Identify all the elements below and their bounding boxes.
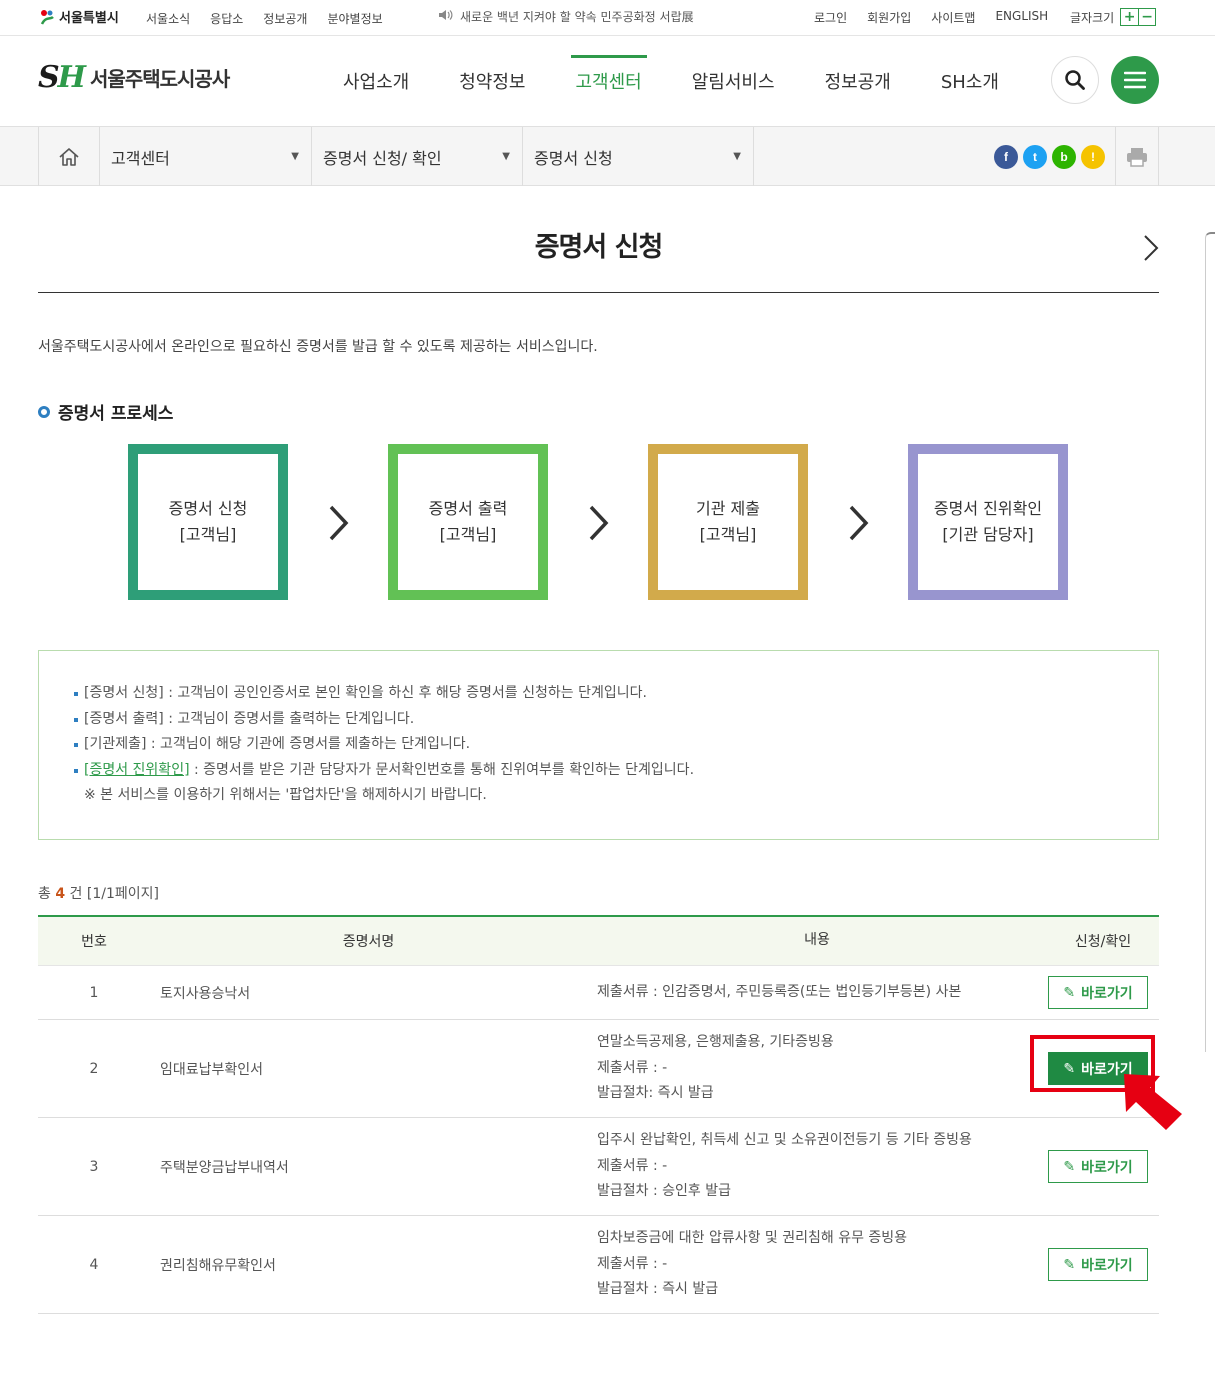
seoul-logo-text: 서울특별시 bbox=[59, 11, 119, 26]
go-button-3[interactable]: ✎ 바로가기 bbox=[1048, 1150, 1148, 1183]
sh-logo-mark: SH bbox=[38, 60, 86, 95]
info-box: [증명서 신청] : 고객님이 공인인증서로 본인 확인을 하신 후 해당 증명… bbox=[38, 650, 1159, 840]
caret-down-icon: ▼ bbox=[502, 151, 510, 162]
speaker-icon bbox=[438, 9, 454, 24]
nav-customer-center[interactable]: 고객센터 bbox=[551, 36, 667, 126]
caret-down-icon: ▼ bbox=[291, 151, 299, 162]
nav-business[interactable]: 사업소개 bbox=[318, 36, 434, 126]
breadcrumb-depth3[interactable]: 증명서 신청 ▼ bbox=[523, 127, 754, 186]
facebook-icon[interactable]: f bbox=[994, 145, 1018, 169]
total-count: 총 4 건 [1/1페이지] bbox=[38, 886, 159, 902]
search-button[interactable] bbox=[1051, 56, 1099, 104]
util-link-field-info[interactable]: 분야별정보 bbox=[327, 10, 382, 27]
pencil-icon: ✎ bbox=[1063, 1256, 1076, 1273]
table-row: 2 임대료납부확인서 연말소득공제용, 은행제출용, 기타증빙용 제출서류 : -… bbox=[38, 1020, 1159, 1118]
sh-logo[interactable]: SH 서울주택도시공사 bbox=[38, 60, 230, 95]
font-size-label: 글자크기 bbox=[1070, 10, 1115, 25]
pencil-icon: ✎ bbox=[1063, 1158, 1076, 1175]
section-title: 증명서 프로세스 bbox=[38, 399, 173, 424]
menu-button[interactable] bbox=[1111, 56, 1159, 104]
main-nav: 사업소개 청약정보 고객센터 알림서비스 정보공개 SH소개 bbox=[318, 36, 1024, 126]
go-button-1[interactable]: ✎ 바로가기 bbox=[1048, 976, 1148, 1009]
page-title-area: 증명서 신청 bbox=[38, 186, 1159, 293]
login-link[interactable]: 로그인 bbox=[814, 9, 847, 26]
breadcrumb-depth2[interactable]: 증명서 신청/ 확인 ▼ bbox=[312, 127, 523, 186]
location-bar: 고객센터 ▼ 증명서 신청/ 확인 ▼ 증명서 신청 ▼ f t b ! bbox=[0, 126, 1215, 186]
search-icon bbox=[1065, 70, 1085, 90]
sh-logo-name: 서울주택도시공사 bbox=[90, 67, 230, 91]
signup-link[interactable]: 회원가입 bbox=[867, 9, 911, 26]
chevron-right-icon bbox=[589, 505, 609, 541]
nav-about-sh[interactable]: SH소개 bbox=[916, 36, 1024, 126]
site-header: SH 서울주택도시공사 사업소개 청약정보 고객센터 알림서비스 정보공개 SH… bbox=[0, 36, 1215, 126]
blog-icon[interactable]: b bbox=[1052, 145, 1076, 169]
process-step-print: 증명서 출력 [고객님] bbox=[388, 444, 548, 600]
pencil-icon: ✎ bbox=[1063, 984, 1076, 1001]
font-decrease-button[interactable]: − bbox=[1138, 9, 1155, 25]
go-button-4[interactable]: ✎ 바로가기 bbox=[1048, 1248, 1148, 1281]
process-step-apply: 증명서 신청 [고객님] bbox=[128, 444, 288, 600]
nav-subscription[interactable]: 청약정보 bbox=[434, 36, 550, 126]
pointer-arrow-icon bbox=[1124, 1074, 1182, 1130]
home-icon bbox=[59, 147, 79, 166]
page-title: 증명서 신청 bbox=[534, 232, 664, 263]
chevron-right-icon bbox=[1144, 235, 1159, 261]
header-action: 신청/확인 bbox=[1074, 934, 1132, 950]
next-page-button[interactable] bbox=[1143, 234, 1159, 266]
breadcrumb-depth2-label: 증명서 신청/ 확인 bbox=[323, 148, 442, 168]
font-size-control: 글자크기 + − bbox=[1070, 8, 1157, 26]
hamburger-icon bbox=[1124, 71, 1146, 89]
process-step-verify: 증명서 진위확인 [기관 담당자] bbox=[908, 444, 1068, 600]
print-icon bbox=[1127, 147, 1147, 167]
twitter-icon[interactable]: t bbox=[1023, 145, 1047, 169]
table-row: 4 권리침해유무확인서 임차보증금에 대한 압류사항 및 권리침해 유무 증빙용… bbox=[38, 1216, 1159, 1314]
english-link[interactable]: ENGLISH bbox=[995, 9, 1048, 26]
intro-text: 서울주택도시공사에서 온라인으로 필요하신 증명서를 발급 할 수 있도록 제공… bbox=[38, 339, 598, 355]
kakaostory-icon[interactable]: ! bbox=[1081, 145, 1105, 169]
util-link-info-disclosure[interactable]: 정보공개 bbox=[263, 10, 307, 27]
sitemap-link[interactable]: 사이트맵 bbox=[931, 9, 975, 26]
caret-down-icon: ▼ bbox=[733, 151, 741, 162]
seoul-city-logo[interactable]: 서울특별시 bbox=[38, 7, 119, 26]
table-row: 3 주택분양금납부내역서 입주시 완납확인, 취득세 신고 및 소유권이전등기 … bbox=[38, 1118, 1159, 1216]
breadcrumb-depth3-label: 증명서 신청 bbox=[534, 148, 613, 168]
table-header: 번호 증명서명 내용 신청/확인 bbox=[38, 917, 1159, 966]
info-item: [기관제출] : 고객님이 해당 기관에 증명서를 제출하는 단계입니다. bbox=[74, 732, 1158, 758]
header-name: 증명서명 bbox=[342, 934, 395, 950]
util-link-seoul-news[interactable]: 서울소식 bbox=[146, 10, 190, 27]
chevron-right-icon bbox=[849, 505, 869, 541]
util-link-eungdapso[interactable]: 응답소 bbox=[210, 10, 243, 27]
table-row: 1 토지사용승낙서 제출서류 : 인감증명서, 주민등록증(또는 법인등기부등본… bbox=[38, 966, 1159, 1020]
section-title-text: 증명서 프로세스 bbox=[58, 404, 174, 424]
process-step-submit: 기관 제출 [고객님] bbox=[648, 444, 808, 600]
chevron-right-icon bbox=[329, 505, 349, 541]
verify-link[interactable]: [증명서 진위확인] bbox=[84, 762, 190, 778]
popup-note: ※ 본 서비스를 이용하기 위해서는 '팝업차단'을 해제하시기 바랍니다. bbox=[84, 787, 487, 804]
print-button[interactable] bbox=[1115, 127, 1159, 186]
breadcrumb-depth1[interactable]: 고객센터 ▼ bbox=[100, 127, 312, 186]
notice-ticker[interactable]: 새로운 백년 지켜야 할 약속 민주공화정 서랍展 bbox=[438, 8, 694, 25]
info-item: [증명서 진위확인] : 증명서를 받은 기관 담당자가 문서확인번호를 통해 … bbox=[74, 758, 1158, 784]
seoul-logo-icon bbox=[38, 8, 56, 26]
certificate-table: 번호 증명서명 내용 신청/확인 1 토지사용승낙서 제출서류 : 인감증명서,… bbox=[38, 915, 1159, 1314]
sns-share: f t b ! bbox=[994, 145, 1105, 169]
home-button[interactable] bbox=[38, 127, 100, 186]
scrollbar[interactable] bbox=[1205, 232, 1215, 1052]
breadcrumb-depth1-label: 고객센터 bbox=[111, 148, 170, 168]
utility-bar: 서울특별시 서울소식 응답소 정보공개 분야별정보 새로운 백년 지켜야 할 약… bbox=[0, 0, 1215, 36]
bullet-circle-icon bbox=[38, 405, 50, 418]
header-desc: 내용 bbox=[804, 932, 830, 949]
nav-info-disclosure[interactable]: 정보공개 bbox=[800, 36, 916, 126]
notice-text: 새로운 백년 지켜야 할 약속 민주공화정 서랍展 bbox=[460, 10, 694, 24]
nav-alert-service[interactable]: 알림서비스 bbox=[667, 36, 800, 126]
font-increase-button[interactable]: + bbox=[1121, 9, 1138, 25]
info-item: [증명서 신청] : 고객님이 공인인증서로 본인 확인을 하신 후 해당 증명… bbox=[74, 681, 1158, 707]
header-no: 번호 bbox=[81, 934, 107, 950]
info-item: [증명서 출력] : 고객님이 증명서를 출력하는 단계입니다. bbox=[74, 707, 1158, 733]
